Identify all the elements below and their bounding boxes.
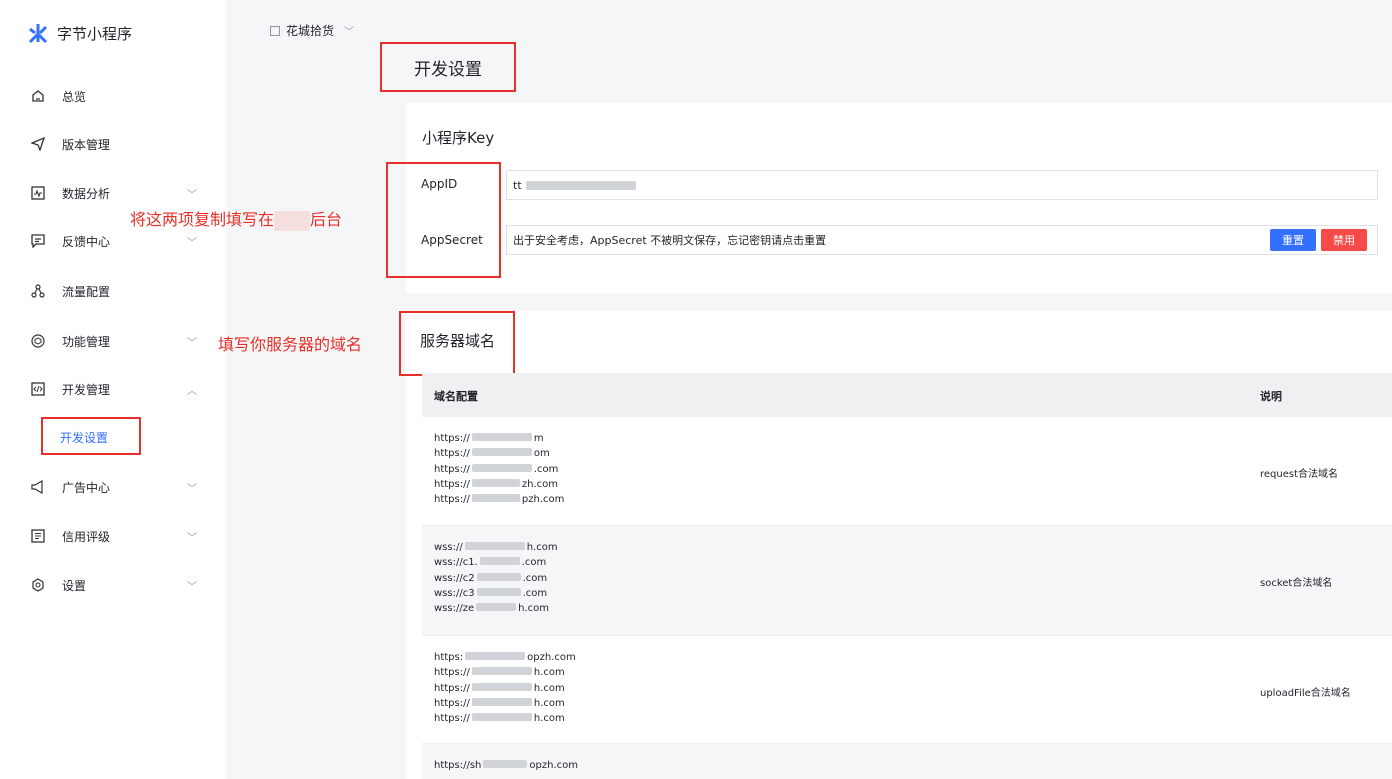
page-title: 开发设置	[380, 42, 516, 92]
appsecret-label: AppSecret	[421, 233, 483, 247]
chevron-down-icon: ﹀	[187, 581, 197, 593]
table-row: https://sh opzh.com	[422, 744, 1392, 779]
sidebar: 字节小程序 总览 版本管理 数据分析 ﹀ 反馈中心 ﹀ 流量配置 功能管理 ﹀ …	[0, 0, 226, 779]
sidebar-item-label: 反馈中心	[62, 234, 111, 249]
domain-entry: https://h.com	[434, 697, 565, 709]
appid-label: AppID	[421, 177, 458, 191]
list-icon	[30, 528, 46, 544]
card-title: 服务器域名	[420, 332, 496, 350]
sidebar-item-credit[interactable]: 信用评级 ﹀	[0, 521, 226, 551]
sidebar-item-label: 功能管理	[62, 334, 111, 349]
annotation-copy-keys: 将这两项复制填写在 后台	[130, 206, 342, 231]
domain-entry: https://h.com	[434, 682, 565, 694]
app-name: 花城拾货	[286, 24, 335, 38]
chevron-down-icon: ﹀	[187, 532, 197, 544]
sidebar-item-feedback[interactable]: 反馈中心 ﹀	[0, 226, 226, 256]
table-row: https://m https://om https://.com https:…	[422, 417, 1392, 526]
domain-entry: https://zh.com	[434, 478, 558, 490]
domain-entry: https://sh opzh.com	[434, 760, 578, 771]
chevron-up-icon: ︿	[187, 385, 197, 397]
chart-icon	[30, 185, 46, 201]
domain-entry: https://h.com	[434, 713, 565, 725]
server-domain-card: 服务器域名 域名配置 说明 https://m https://om https…	[399, 311, 1392, 779]
chevron-down-icon: ﹀	[187, 483, 197, 495]
sidebar-item-label: 总览	[62, 89, 87, 104]
chevron-down-icon: ﹀	[187, 189, 197, 201]
sidebar-item-label: 数据分析	[62, 186, 111, 201]
megaphone-icon	[30, 479, 46, 495]
sidebar-item-settings[interactable]: 设置 ﹀	[0, 570, 226, 600]
annotation-fill-domain: 填写你服务器的域名	[218, 335, 363, 354]
sidebar-item-ads[interactable]: 广告中心 ﹀	[0, 472, 226, 502]
app-switcher[interactable]: 花城拾货 ﹀	[270, 22, 354, 39]
cube-icon	[30, 333, 46, 349]
send-icon	[30, 136, 46, 152]
card-title: 小程序Key	[422, 129, 495, 147]
brand-logo[interactable]: 字节小程序	[27, 22, 132, 44]
domain-entry: wss://h.com	[434, 542, 558, 553]
sidebar-item-traffic[interactable]: 流量配置	[0, 276, 226, 306]
chevron-down-icon: ﹀	[187, 237, 197, 249]
domain-entry: https://pzh.com	[434, 494, 565, 506]
appsecret-field: 出于安全考虑，AppSecret 不被明文保存，忘记密钥请点击重置	[506, 225, 1378, 255]
gear-icon	[30, 577, 46, 593]
redacted-value	[525, 180, 636, 190]
code-icon	[30, 381, 46, 397]
domain-entry: https://om	[434, 448, 550, 460]
domain-entry: wss://c1. .com	[434, 557, 547, 569]
sidebar-item-versions[interactable]: 版本管理	[0, 129, 226, 159]
brand-name: 字节小程序	[57, 24, 133, 43]
sidebar-item-label: 流量配置	[62, 284, 111, 299]
home-icon	[30, 88, 46, 104]
annotation-copy-tail: 后台	[310, 210, 343, 229]
domain-entry: https: opzh.com	[434, 652, 576, 663]
domain-table-header: 域名配置 说明	[422, 373, 1392, 417]
appsecret-hint: 出于安全考虑，AppSecret 不被明文保存，忘记密钥请点击重置	[513, 234, 827, 247]
domain-entry: https://h.com	[434, 667, 565, 679]
sidebar-item-dev-management[interactable]: 开发管理 ︿	[0, 374, 226, 404]
appid-value: tt	[513, 178, 522, 192]
table-row: wss://h.com wss://c1. .com wss://c2 .com w…	[422, 526, 1392, 636]
domain-list: https://sh opzh.com	[434, 758, 578, 773]
appid-field[interactable]: tt	[506, 170, 1378, 200]
app-grid-icon	[270, 25, 280, 36]
row-description: request合法域名	[1260, 469, 1339, 480]
domain-entry: wss://c3 .com	[434, 587, 548, 599]
sidebar-item-label: 广告中心	[62, 480, 111, 495]
chevron-down-icon: ﹀	[187, 337, 197, 349]
sidebar-subitem-dev-settings[interactable]: 开发设置	[60, 429, 108, 446]
domain-entry: wss://ze h.com	[434, 603, 549, 615]
annotation-copy-text: 将这两项复制填写在	[130, 210, 275, 229]
feedback-icon	[30, 233, 46, 249]
sidebar-item-label: 信用评级	[62, 529, 111, 544]
domain-list: https: opzh.com https://h.com https://h.c…	[434, 650, 576, 726]
domain-list: wss://h.com wss://c1. .com wss://c2 .com w…	[434, 540, 558, 616]
domain-entry: https://.com	[434, 463, 559, 475]
reset-secret-button[interactable]: 重置	[1270, 229, 1316, 251]
redacted-platform	[274, 210, 311, 231]
sidebar-item-label: 设置	[62, 578, 87, 593]
column-header-domain: 域名配置	[434, 390, 478, 403]
row-description: uploadFile合法域名	[1260, 688, 1351, 699]
sidebar-item-features[interactable]: 功能管理 ﹀	[0, 326, 226, 356]
sidebar-item-label: 开发管理	[62, 382, 111, 397]
sidebar-item-overview[interactable]: 总览	[0, 81, 226, 111]
sidebar-item-analytics[interactable]: 数据分析 ﹀	[0, 178, 226, 208]
sidebar-item-label: 版本管理	[62, 137, 111, 152]
domain-entry: https://m	[434, 433, 544, 444]
bytedance-logo-icon	[28, 24, 48, 44]
disable-secret-button[interactable]: 禁用	[1321, 229, 1367, 251]
column-header-desc: 说明	[1260, 390, 1282, 403]
row-description: socket合法域名	[1260, 578, 1333, 589]
domain-list: https://m https://om https://.com https:…	[434, 431, 564, 507]
share-icon	[30, 283, 46, 299]
table-row: https: opzh.com https://h.com https://h.c…	[422, 636, 1392, 744]
domain-entry: wss://c2 .com	[434, 572, 548, 584]
chevron-down-icon: ﹀	[344, 27, 355, 38]
